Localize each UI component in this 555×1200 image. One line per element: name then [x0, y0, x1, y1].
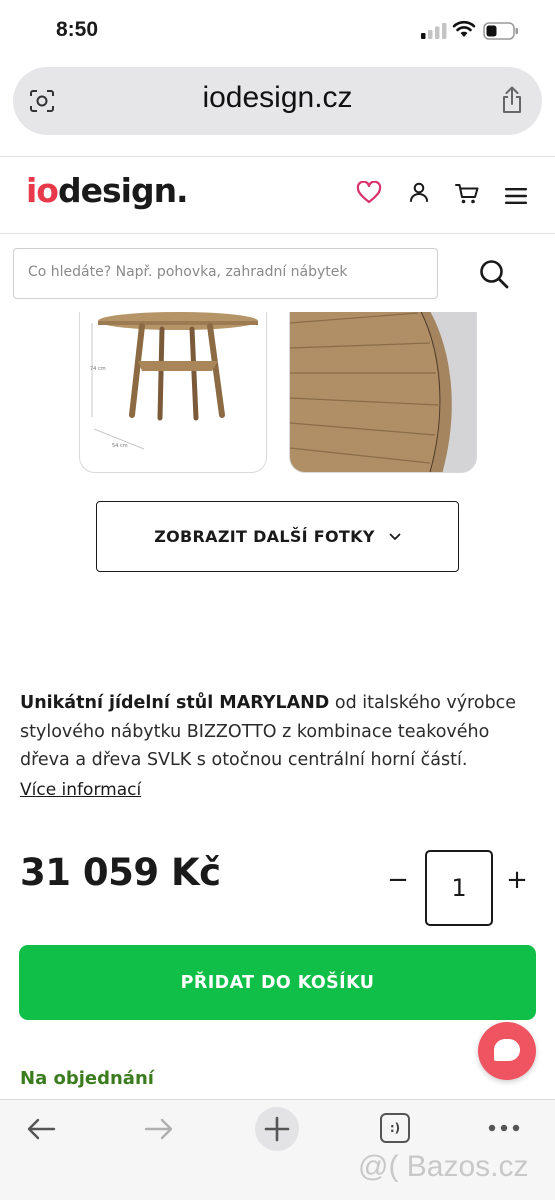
menu-icon[interactable] [505, 187, 527, 205]
signal-icon [421, 23, 447, 39]
dim-width-label: 54 cm [112, 443, 128, 449]
back-icon[interactable] [26, 1118, 56, 1140]
logo-design: design. [57, 171, 189, 210]
wifi-icon [452, 20, 476, 37]
add-to-cart-button[interactable]: PŘIDAT DO KOŠÍKU [19, 945, 536, 1020]
user-icon[interactable] [408, 181, 430, 203]
address-bar[interactable]: iodesign.cz [13, 67, 542, 135]
wood-closeup-image [290, 312, 476, 472]
product-gallery: 74 cm 54 cm [0, 312, 555, 477]
more-icon[interactable] [488, 1124, 520, 1132]
quantity-input[interactable]: 1 [425, 850, 493, 926]
search-icon[interactable] [478, 258, 510, 290]
quantity-decrease-button[interactable]: − [387, 867, 409, 893]
show-more-photos-label: ZOBRAZIT DALŠÍ FOTKY [154, 527, 375, 546]
product-description: Unikátní jídelní stůl MARYLAND od italsk… [20, 689, 520, 775]
table-drawing-image: 74 cm 54 cm [90, 312, 258, 450]
product-price: 31 059 Kč [20, 851, 221, 894]
quantity-increase-button[interactable]: + [506, 867, 528, 893]
heart-icon[interactable] [356, 181, 382, 205]
watermark: @( Bazos.cz [358, 1150, 529, 1183]
product-name: Unikátní jídelní stůl MARYLAND [20, 693, 330, 713]
share-icon[interactable] [500, 85, 524, 115]
search-input[interactable]: Co hledáte? Např. pohovka, zahradní náby… [13, 248, 438, 299]
url-text[interactable]: iodesign.cz [13, 81, 542, 115]
product-thumbnail-dimensions[interactable]: 74 cm 54 cm [79, 312, 267, 473]
more-info-link[interactable]: Více informací [20, 780, 141, 800]
show-more-photos-button[interactable]: ZOBRAZIT DALŠÍ FOTKY [96, 501, 459, 572]
chat-icon [494, 1039, 520, 1061]
tabs-icon[interactable]: :) [380, 1113, 410, 1143]
availability-status: Na objednání [20, 1068, 154, 1089]
battery-icon [483, 22, 518, 40]
dim-height-label: 74 cm [90, 366, 106, 372]
status-time: 8:50 [56, 18, 99, 41]
site-header: iodesign. [0, 156, 555, 234]
forward-icon[interactable] [144, 1118, 174, 1140]
status-bar: 8:50 [0, 0, 555, 62]
new-tab-icon[interactable] [254, 1106, 300, 1152]
cart-icon[interactable] [455, 183, 479, 205]
product-thumbnail-closeup[interactable] [289, 312, 477, 473]
chevron-down-icon [389, 533, 401, 540]
site-logo[interactable]: iodesign. [26, 171, 189, 210]
logo-io: io [26, 171, 59, 210]
chat-button[interactable] [478, 1022, 536, 1080]
